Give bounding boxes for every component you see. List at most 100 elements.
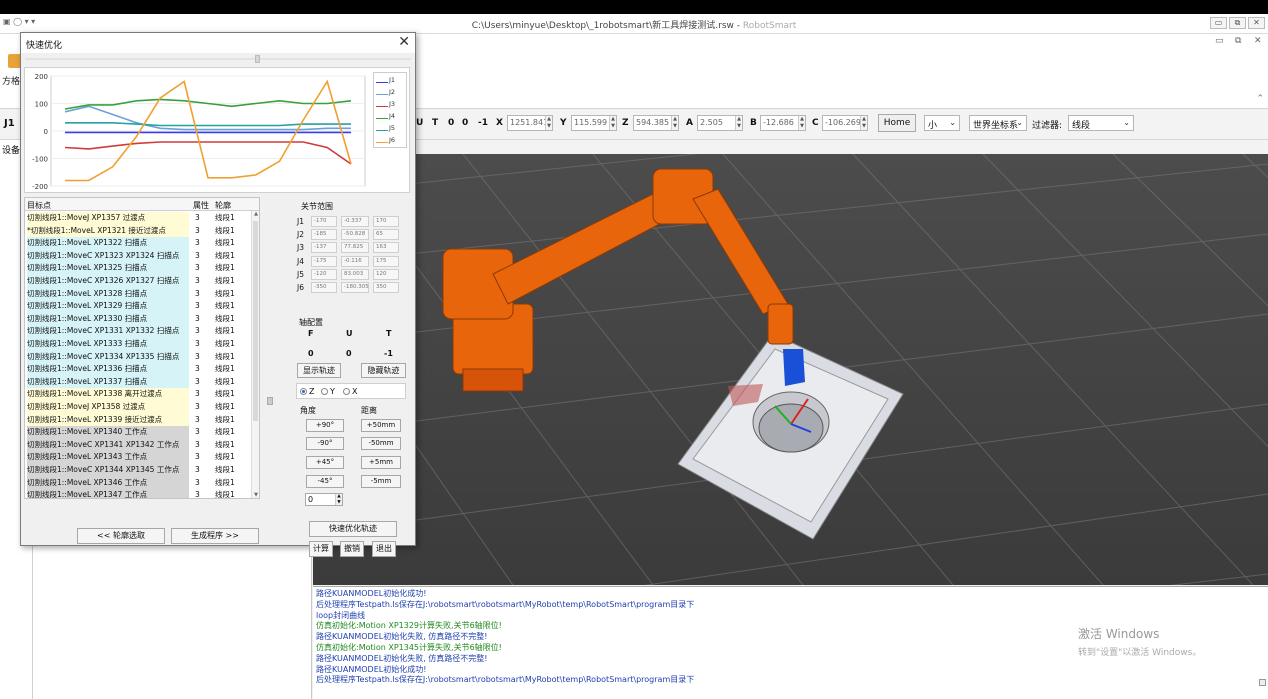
joint-min-field[interactable]: -185 — [311, 229, 337, 241]
angle-plus45-button[interactable]: +45° — [306, 456, 344, 469]
table-row[interactable]: 切割线段1::MoveC XP1341 XP1342 工作点 3 线段1 — [25, 438, 253, 452]
b-coord-field[interactable]: -12.686 ▲ ▼ — [760, 115, 806, 131]
joint-min-field[interactable]: -137 — [311, 242, 337, 254]
log-scroll-thumb[interactable] — [1259, 679, 1266, 686]
table-row[interactable]: 切割线段1::MoveL XP1339 接近过渡点 3 线段1 — [25, 413, 253, 427]
size-select[interactable]: 小 ⌄ — [924, 115, 960, 131]
ribbon-close-icon[interactable]: ✕ — [1254, 36, 1262, 46]
quick-optimize-path-button[interactable]: 快速优化轨迹 — [309, 521, 397, 537]
joint-min-field[interactable]: -175 — [311, 255, 337, 267]
table-row[interactable]: 切割线段1::MoveL XP1329 扫描点 3 线段1 — [25, 300, 253, 313]
spin-icon[interactable]: ▲ ▼ — [798, 116, 805, 130]
table-row[interactable]: 切割线段1::MoveJ XP1357 过渡点 3 线段1 — [25, 212, 253, 225]
joint-max-field[interactable]: 350 — [373, 282, 399, 293]
table-row[interactable]: 切割线段1::MoveL XP1322 扫描点 3 线段1 — [25, 237, 253, 250]
slider-thumb[interactable] — [255, 55, 260, 63]
grid-tool-label[interactable]: 方格 — [2, 74, 20, 87]
minimize-button[interactable]: ▭ — [1210, 17, 1227, 29]
spin-icon[interactable]: ▲ ▼ — [609, 116, 616, 130]
joint-min-field[interactable]: -120 — [311, 268, 337, 280]
spin-icon[interactable]: ▲ ▼ — [671, 116, 678, 130]
a-coord-field[interactable]: 2.505 ▲ ▼ — [697, 115, 743, 131]
table-row[interactable]: 切割线段1::MoveC XP1331 XP1332 扫描点 3 线段1 — [25, 325, 253, 338]
joint-cur-field[interactable]: 77.825 — [341, 242, 369, 254]
path-slider[interactable] — [25, 55, 411, 63]
joint-cur-field[interactable]: 83.003 — [341, 268, 369, 280]
joint-min-field[interactable]: -170 — [311, 216, 337, 227]
joint-max-field[interactable]: 65 — [373, 229, 399, 241]
radio-x[interactable]: X — [343, 387, 357, 396]
table-row[interactable]: 切割线段1::MoveL XP1340 工作点 3 线段1 — [25, 426, 253, 439]
spin-icon[interactable]: ▲ ▼ — [335, 494, 342, 505]
table-row[interactable]: 切割线段1::MoveL XP1333 扫描点 3 线段1 — [25, 338, 253, 351]
distance-plus50-button[interactable]: +50mm — [361, 419, 401, 432]
table-row[interactable]: 切割线段1::MoveL XP1343 工作点 3 线段1 — [25, 451, 253, 464]
table-row[interactable]: 切割线段1::MoveL XP1325 扫描点 3 线段1 — [25, 262, 253, 275]
joint-cur-field[interactable]: -180.305 — [341, 282, 369, 293]
table-row[interactable]: 切割线段1::MoveL XP1328 扫描点 3 线段1 — [25, 287, 253, 301]
table-row[interactable]: 切割线段1::MoveL XP1338 离开过渡点 3 线段1 — [25, 388, 253, 401]
ribbon-restore-icon[interactable]: ⧉ — [1235, 36, 1241, 46]
scroll-up-icon[interactable]: ▲ — [252, 211, 259, 217]
header-contour[interactable]: 轮廓 — [215, 200, 231, 211]
angle-input[interactable]: 0 ▲ ▼ — [305, 493, 343, 506]
angle-plus90-button[interactable]: +90° — [306, 419, 344, 432]
radio-z[interactable]: Z — [300, 387, 314, 396]
table-row[interactable]: 切割线段1::MoveC XP1344 XP1345 工作点 3 线段1 — [25, 464, 253, 477]
dialog-close-button[interactable]: ✕ — [398, 34, 410, 50]
frame-select[interactable]: 世界坐标系 ⌄ — [969, 115, 1027, 131]
joint-min-field[interactable]: -350 — [311, 282, 337, 293]
y-coord-field[interactable]: 115.599 ▲ ▼ — [571, 115, 617, 131]
spin-icon[interactable]: ▲ ▼ — [860, 116, 867, 130]
table-row[interactable]: 切割线段1::MoveL XP1346 工作点 3 线段1 — [25, 476, 253, 490]
hide-path-button[interactable]: 隐藏轨迹 — [361, 363, 406, 378]
table-row[interactable]: 切割线段1::MoveC XP1323 XP1324 扫描点 3 线段1 — [25, 249, 253, 263]
table-row[interactable]: *切割线段1::MoveL XP1321 接近过渡点 3 线段1 — [25, 224, 253, 238]
panel-splitter[interactable] — [267, 397, 273, 405]
radio-y[interactable]: Y — [321, 387, 335, 396]
calculate-button[interactable]: 计算 — [309, 541, 333, 557]
distance-minus5-button[interactable]: -5mm — [361, 475, 401, 488]
table-row[interactable]: 切割线段1::MoveC XP1334 XP1335 扫描点 3 线段1 — [25, 350, 253, 364]
maximize-button[interactable]: ⧉ — [1229, 17, 1246, 29]
x-coord-field[interactable]: 1251.841 ▲ ▼ — [507, 115, 553, 131]
show-path-button[interactable]: 显示轨迹 — [297, 363, 341, 378]
table-row[interactable]: 切割线段1::MoveL XP1347 工作点 3 线段1 — [25, 489, 253, 498]
header-attr[interactable]: 属性 — [193, 200, 209, 211]
joint-max-field[interactable]: 175 — [373, 255, 399, 267]
z-coord-field[interactable]: 594.385 ▲ ▼ — [633, 115, 679, 131]
scroll-down-icon[interactable]: ▼ — [252, 492, 259, 498]
filter-select[interactable]: 线段 ⌄ — [1068, 115, 1134, 131]
spin-icon[interactable]: ▲ ▼ — [735, 116, 742, 130]
table-row[interactable]: 切割线段1::MoveL XP1330 扫描点 3 线段1 — [25, 312, 253, 326]
angle-minus90-button[interactable]: -90° — [306, 437, 344, 450]
header-target[interactable]: 目标点 — [27, 200, 51, 211]
exit-button[interactable]: 退出 — [372, 541, 396, 557]
home-button[interactable]: Home — [878, 114, 916, 132]
joint-cur-field[interactable]: -50.828 — [341, 229, 369, 241]
undo-button[interactable]: 撤销 — [340, 541, 364, 557]
joint-cur-field[interactable]: -0.337 — [341, 216, 369, 227]
generate-program-button[interactable]: 生成程序 >> — [171, 528, 259, 544]
close-window-button[interactable]: ✕ — [1248, 17, 1265, 29]
table-row[interactable]: 切割线段1::MoveC XP1326 XP1327 扫描点 3 线段1 — [25, 275, 253, 288]
joint-max-field[interactable]: 163 — [373, 242, 399, 254]
ribbon-minimize-icon[interactable]: ▭ — [1215, 36, 1224, 46]
contour-select-button[interactable]: << 轮廓选取 — [77, 528, 165, 544]
joint-max-field[interactable]: 170 — [373, 216, 399, 227]
table-row[interactable]: 切割线段1::MoveJ XP1358 过渡点 3 线段1 — [25, 401, 253, 414]
angle-minus45-button[interactable]: -45° — [306, 475, 344, 488]
table-row[interactable]: 切割线段1::MoveL XP1336 扫描点 3 线段1 — [25, 363, 253, 376]
3d-viewport[interactable] — [313, 154, 1268, 585]
joint-max-field[interactable]: 120 — [373, 268, 399, 280]
ribbon-collapse-icon[interactable]: ⌃ — [1256, 94, 1264, 104]
distance-minus50-button[interactable]: -50mm — [361, 437, 401, 450]
table-row[interactable]: 切割线段1::MoveL XP1337 扫描点 3 线段1 — [25, 375, 253, 389]
joint-cur-field[interactable]: -0.116 — [341, 255, 369, 267]
table-scroll-thumb[interactable] — [253, 221, 258, 421]
table-scrollbar[interactable]: ▲ ▼ — [251, 211, 259, 498]
c-coord-field[interactable]: -106.269 ▲ ▼ — [822, 115, 868, 131]
spin-icon[interactable]: ▲ ▼ — [545, 116, 552, 130]
distance-plus5-button[interactable]: +5mm — [361, 456, 401, 469]
device-tab[interactable]: 设备 — [2, 143, 20, 156]
